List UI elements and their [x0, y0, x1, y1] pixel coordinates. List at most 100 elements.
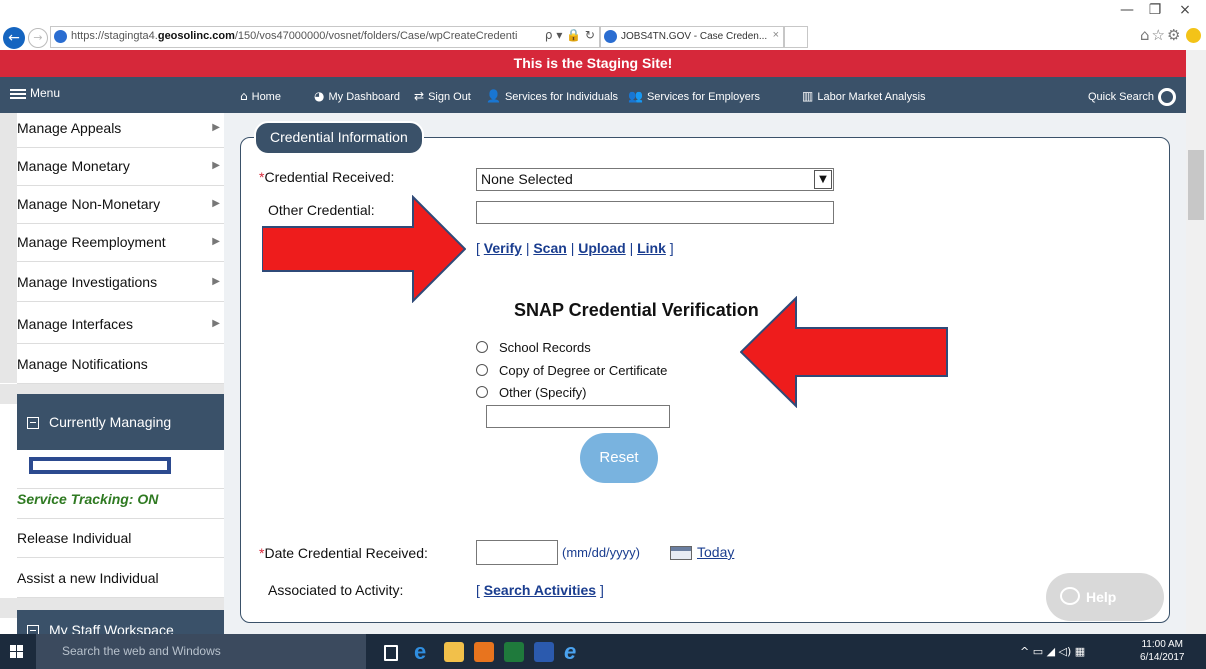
sidebar-item-manage-notifications[interactable]: Manage Notifications [17, 345, 224, 384]
radio-copy-degree[interactable] [476, 364, 488, 376]
employers-icon: 👥 [628, 89, 643, 103]
date-received-text: Date Credential Received: [264, 545, 428, 561]
search-activities-link[interactable]: Search Activities [484, 582, 596, 598]
staging-banner: This is the Staging Site! [0, 50, 1186, 77]
nav-sign-out-label: Sign Out [428, 91, 471, 103]
sidebar-item-label: Manage Notifications [17, 356, 148, 372]
fieldset-legend: Credential Information [254, 121, 424, 155]
service-tracking-label: Service Tracking: ON [17, 491, 159, 507]
credential-received-text: Credential Received: [264, 169, 395, 185]
minimize-icon[interactable]: — [1114, 2, 1140, 18]
radio-school-records[interactable] [476, 341, 488, 353]
nav-services-employers[interactable]: 👥 Services for Employers [628, 89, 760, 103]
forward-arrow-icon[interactable]: → [28, 28, 48, 48]
calendar-icon[interactable] [670, 546, 692, 560]
link-link[interactable]: Link [637, 240, 666, 256]
browser-chrome: — ❐ × ← → https://stagingta4.geosolinc.c… [0, 0, 1206, 51]
reset-button[interactable]: Reset [580, 433, 658, 483]
bracket-close: ] [669, 240, 674, 256]
annotation-arrow-left [740, 296, 948, 408]
collapse-icon [27, 625, 39, 634]
tab-close-icon[interactable]: × [773, 29, 779, 41]
assist-new-individual-label: Assist a new Individual [17, 570, 159, 586]
internet-explorer-icon[interactable]: e [564, 641, 584, 663]
help-label: Help [1086, 589, 1117, 605]
assist-new-individual-link[interactable]: Assist a new Individual [17, 559, 224, 598]
home-icon: ⌂ [240, 89, 248, 103]
outlook-icon[interactable] [474, 642, 494, 662]
word-icon[interactable] [534, 642, 554, 662]
file-explorer-icon[interactable] [444, 642, 464, 662]
sidebar-item-label: Manage Reemployment [17, 234, 166, 250]
chevron-right-icon: ▶ [212, 198, 220, 209]
scrollbar-thumb[interactable] [1188, 150, 1204, 220]
sidebar-item-label: Manage Investigations [17, 274, 158, 290]
feedback-smiley-icon[interactable] [1186, 28, 1201, 43]
date-received-input[interactable] [476, 540, 558, 565]
taskbar-search[interactable]: Search the web and Windows [36, 634, 366, 669]
radio-school-records-label: School Records [499, 340, 591, 355]
browser-tab[interactable]: JOBS4TN.GOV - Case Creden... × [600, 26, 784, 48]
other-credential-input[interactable] [476, 201, 834, 224]
snap-verification-title: SNAP Credential Verification [514, 300, 759, 320]
sidebar-item-manage-reemployment[interactable]: Manage Reemployment ▶ [17, 223, 224, 262]
currently-managing-header[interactable]: Currently Managing [17, 394, 224, 450]
new-tab-button[interactable] [784, 26, 808, 48]
redacted-name-box [29, 457, 171, 474]
nav-sign-out[interactable]: ⇄ Sign Out [414, 89, 471, 103]
credential-received-select[interactable]: None Selected ▼ [476, 168, 834, 191]
chat-bubble-icon [1060, 587, 1080, 605]
system-tray-icons[interactable]: ^ ▭ ◢ ◁) ▦ [1020, 645, 1085, 658]
search-activities-wrapper: [ Search Activities ] [476, 582, 604, 598]
credential-actions: [ Verify | Scan | Upload | Link ] [476, 240, 674, 256]
nav-labor-market[interactable]: ▥ Labor Market Analysis [802, 89, 926, 103]
scan-link[interactable]: Scan [533, 240, 566, 256]
currently-managing-label: Currently Managing [49, 414, 172, 430]
today-link[interactable]: Today [697, 544, 734, 560]
address-bar[interactable]: https://stagingta4.geosolinc.com/150/vos… [50, 26, 600, 48]
service-tracking-status: Service Tracking: ON [17, 480, 224, 519]
restore-icon[interactable]: ❐ [1142, 2, 1168, 18]
sidebar-item-manage-interfaces[interactable]: Manage Interfaces ▶ [17, 305, 224, 344]
windows-start-icon[interactable] [10, 645, 24, 659]
menu-label: Menu [30, 86, 61, 100]
vertical-scrollbar[interactable] [1186, 50, 1206, 634]
quick-search[interactable]: Quick Search [1088, 88, 1176, 106]
annotation-arrow-right [262, 195, 466, 303]
taskbar-clock[interactable]: 11:00 AM 6/14/2017 [1140, 638, 1185, 664]
sidebar-item-manage-monetary[interactable]: Manage Monetary ▶ [17, 147, 224, 186]
close-window-icon[interactable]: × [1172, 2, 1198, 18]
clock-time: 11:00 AM [1141, 639, 1183, 650]
top-nav: Menu ⌂ Home ◕ My Dashboard ⇄ Sign Out 👤 Serv… [0, 77, 1186, 113]
release-individual-label: Release Individual [17, 530, 132, 546]
excel-icon[interactable] [504, 642, 524, 662]
browser-toolbar-icons[interactable]: ⌂☆⚙ [1140, 26, 1182, 44]
back-arrow-icon[interactable]: ← [3, 27, 25, 49]
address-bar-icons[interactable]: ρ ▾ 🔒 ↻ [545, 28, 595, 42]
staff-workspace-header[interactable]: My Staff Workspace [17, 610, 224, 634]
credential-received-label: *Credential Received: [259, 169, 394, 185]
separator: | [525, 240, 530, 256]
radio-other-specify-label: Other (Specify) [499, 385, 587, 400]
sidebar-item-manage-non-monetary[interactable]: Manage Non-Monetary ▶ [17, 185, 224, 224]
nav-services-individuals[interactable]: 👤 Services for Individuals [486, 89, 618, 103]
menu-button[interactable]: Menu [10, 86, 60, 101]
task-view-icon[interactable] [384, 645, 398, 661]
other-specify-input[interactable] [486, 405, 670, 428]
clock-date: 6/14/2017 [1140, 652, 1185, 663]
release-individual-link[interactable]: Release Individual [17, 519, 224, 558]
verify-link[interactable]: Verify [484, 240, 522, 256]
sidebar-item-manage-investigations[interactable]: Manage Investigations ▶ [17, 263, 224, 302]
search-icon [1158, 88, 1176, 106]
separator: | [570, 240, 575, 256]
nav-my-dashboard[interactable]: ◕ My Dashboard [314, 89, 400, 103]
upload-link[interactable]: Upload [578, 240, 625, 256]
radio-other-specify[interactable] [476, 386, 488, 398]
chevron-right-icon: ▶ [212, 236, 220, 247]
sidebar-item-manage-appeals[interactable]: Manage Appeals ▶ [17, 113, 224, 148]
bracket-open: [ [476, 582, 480, 598]
nav-home[interactable]: ⌂ Home [240, 89, 281, 103]
edge-icon[interactable]: e [414, 641, 434, 663]
help-button[interactable]: Help [1046, 573, 1164, 621]
sidebar-gutter [0, 113, 17, 383]
